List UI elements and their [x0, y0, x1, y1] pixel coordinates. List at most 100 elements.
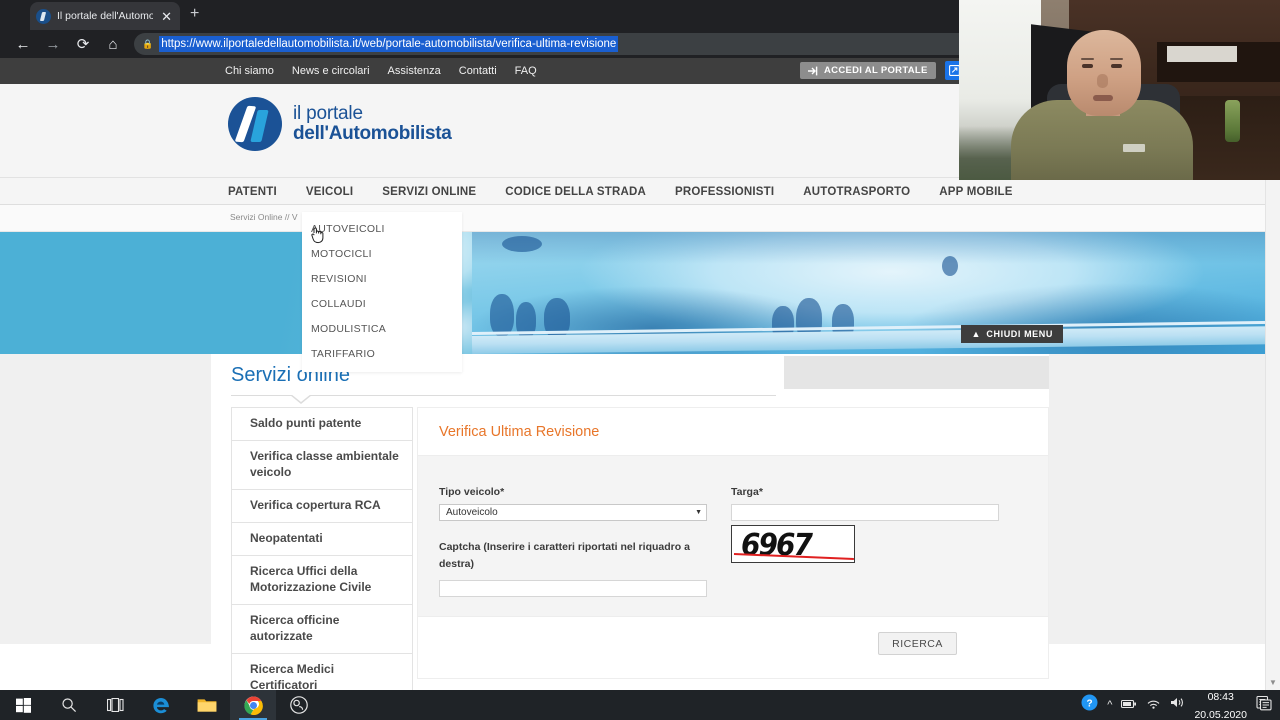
- chrome-icon[interactable]: [230, 690, 276, 720]
- logo-line-2: dell'Automobilista: [293, 123, 452, 144]
- field-tipo-veicolo: Tipo veicolo* Autoveicolo ▼ Captcha (Ins…: [439, 484, 707, 572]
- reload-button[interactable]: ⟳: [68, 31, 98, 57]
- nav-item-codice-della-strada[interactable]: CODICE DELLA STRADA: [505, 186, 646, 198]
- chevron-up-icon: ▲: [971, 329, 981, 339]
- start-icon[interactable]: [0, 690, 46, 720]
- content-side-panel: [784, 356, 1049, 389]
- chiudi-menu-button[interactable]: ▲ CHIUDI MENU: [961, 325, 1063, 343]
- chevron-down-icon: ▼: [695, 509, 702, 517]
- decorative-tree-icon: [942, 256, 958, 276]
- sidebar-item-classe-ambientale[interactable]: Verifica classe ambientale veicolo: [232, 441, 412, 490]
- help-icon[interactable]: ?: [1081, 694, 1098, 716]
- tipo-veicolo-select[interactable]: Autoveicolo ▼: [439, 504, 707, 522]
- dropdown-item-motocicli[interactable]: MOTOCICLI: [302, 241, 462, 266]
- tab-title: Il portale dell'Automobilista - Ver: [57, 10, 154, 22]
- portale-logo-icon: [228, 97, 282, 151]
- file-explorer-icon[interactable]: [184, 690, 230, 720]
- utility-link-news[interactable]: News e circolari: [292, 65, 370, 77]
- hero-banner: ▲ CHIUDI MENU: [0, 232, 1280, 354]
- form-body: Tipo veicolo* Autoveicolo ▼ Captcha (Ins…: [418, 456, 1048, 616]
- dropdown-item-revisioni[interactable]: REVISIONI: [302, 266, 462, 291]
- decorative-tree-icon: [490, 294, 514, 336]
- targa-label: Targa*: [731, 486, 763, 498]
- nav-item-app-mobile[interactable]: APP MOBILE: [939, 186, 1012, 198]
- nav-item-servizi-online[interactable]: SERVIZI ONLINE: [382, 186, 476, 198]
- breadcrumb: Servizi Online // V: [230, 212, 298, 222]
- main-navigation: PATENTI VEICOLI SERVIZI ONLINE CODICE DE…: [0, 177, 1280, 205]
- task-view-icon[interactable]: [92, 690, 138, 720]
- utility-link-faq[interactable]: FAQ: [515, 65, 537, 77]
- sidebar-item-neopatentati[interactable]: Neopatentati: [232, 523, 412, 556]
- clock[interactable]: 08:43 20.05.2020: [1194, 687, 1247, 720]
- form-header: Verifica Ultima Revisione: [418, 408, 1048, 456]
- tipo-veicolo-label: Tipo veicolo*: [439, 486, 505, 498]
- webcam-eyebrow-left: [1081, 58, 1094, 60]
- notifications-icon[interactable]: [1256, 695, 1272, 716]
- nav-item-professionisti[interactable]: PROFESSIONISTI: [675, 186, 774, 198]
- webcam-eyebrow-right: [1110, 58, 1123, 60]
- sidebar-item-uffici-motorizzazione[interactable]: Ricerca Uffici della Motorizzazione Civi…: [232, 556, 412, 605]
- battery-icon[interactable]: [1121, 696, 1137, 714]
- utility-link-contatti[interactable]: Contatti: [459, 65, 497, 77]
- clock-date: 20.05.2020: [1194, 709, 1247, 720]
- verifica-form-panel: Verifica Ultima Revisione Tipo veicolo* …: [417, 407, 1049, 679]
- sidebar-item-saldo-punti[interactable]: Saldo punti patente: [232, 408, 412, 441]
- webcam-mouth: [1093, 95, 1113, 101]
- content-card: Servizi online Saldo punti patente Verif…: [211, 354, 1049, 690]
- utility-link-assistenza[interactable]: Assistenza: [388, 65, 441, 77]
- chevron-up-icon[interactable]: ^: [1107, 699, 1112, 711]
- search-icon[interactable]: [46, 690, 92, 720]
- form-title: Verifica Ultima Revisione: [439, 423, 600, 440]
- obs-icon[interactable]: [276, 690, 322, 720]
- nav-item-autotrasporto[interactable]: AUTOTRASPORTO: [803, 186, 910, 198]
- services-sidebar: Saldo punti patente Verifica classe ambi…: [231, 407, 413, 690]
- scrollbar-down-arrow[interactable]: ▼: [1269, 678, 1277, 687]
- captcha-label: Captcha (Inserire i caratteri riportati …: [439, 541, 690, 570]
- webcam-nose: [1097, 74, 1108, 88]
- decorative-tree-icon: [502, 236, 542, 252]
- lock-icon: 🔒: [142, 38, 154, 49]
- forward-button[interactable]: →: [38, 31, 68, 57]
- logo-line-1: il portale: [293, 102, 363, 124]
- dropdown-item-collaudi[interactable]: COLLAUDI: [302, 291, 462, 316]
- new-tab-button[interactable]: +: [190, 6, 199, 22]
- webcam-eye-right: [1111, 64, 1122, 68]
- volume-icon[interactable]: [1170, 696, 1185, 714]
- sidebar-item-copertura-rca[interactable]: Verifica copertura RCA: [232, 490, 412, 523]
- captcha-input[interactable]: [439, 580, 707, 597]
- edge-icon[interactable]: [138, 690, 184, 720]
- webcam-shelf-panel: [1167, 46, 1237, 62]
- sidebar-item-medici-certificatori[interactable]: Ricerca Medici Certificatori: [232, 654, 412, 690]
- dropdown-item-tariffario[interactable]: TARIFFARIO: [302, 341, 462, 366]
- sidebar-item-officine-autorizzate[interactable]: Ricerca officine autorizzate: [232, 605, 412, 654]
- webcam-shirt-badge: [1123, 144, 1145, 152]
- close-icon[interactable]: ✕: [159, 10, 174, 23]
- webcam-overlay: [959, 0, 1280, 180]
- url-text: https://www.ilportaledellautomobilista.i…: [159, 36, 619, 52]
- utility-link-chi-siamo[interactable]: Chi siamo: [225, 65, 274, 77]
- title-notch: [290, 394, 312, 404]
- nav-item-veicoli[interactable]: VEICOLI: [306, 186, 353, 198]
- accedi-label: ACCEDI AL PORTALE: [824, 65, 928, 76]
- clock-time: 08:43: [1207, 690, 1234, 703]
- home-button[interactable]: ⌂: [98, 31, 128, 57]
- ricerca-button[interactable]: RICERCA: [878, 632, 957, 655]
- captcha-image-wrap: 6967: [731, 525, 999, 564]
- site-logo[interactable]: il portale dell'Automobilista: [228, 97, 452, 151]
- back-button[interactable]: ←: [8, 31, 38, 57]
- dropdown-item-modulistica[interactable]: MODULISTICA: [302, 316, 462, 341]
- captcha-image: 6967: [731, 525, 855, 564]
- targa-input[interactable]: [731, 504, 999, 522]
- mouse-cursor-hand-icon: [310, 226, 325, 244]
- utility-links: Chi siamo News e circolari Assistenza Co…: [225, 58, 537, 84]
- login-arrow-icon: [808, 66, 819, 76]
- browser-tab-active[interactable]: Il portale dell'Automobilista - Ver ✕: [30, 2, 180, 30]
- logo-text: il portale dell'Automobilista: [293, 102, 452, 144]
- veicoli-dropdown-menu: AUTOVEICOLI MOTOCICLI REVISIONI COLLAUDI…: [302, 212, 462, 372]
- windows-taskbar: ? ^ 08:43 20.05.2020: [0, 690, 1280, 720]
- form-footer: RICERCA: [418, 616, 1048, 678]
- wifi-icon[interactable]: [1146, 696, 1161, 714]
- nav-item-patenti[interactable]: PATENTI: [228, 186, 277, 198]
- dropdown-item-autoveicoli[interactable]: AUTOVEICOLI: [302, 216, 462, 241]
- accedi-al-portale-button[interactable]: ACCEDI AL PORTALE: [800, 62, 936, 79]
